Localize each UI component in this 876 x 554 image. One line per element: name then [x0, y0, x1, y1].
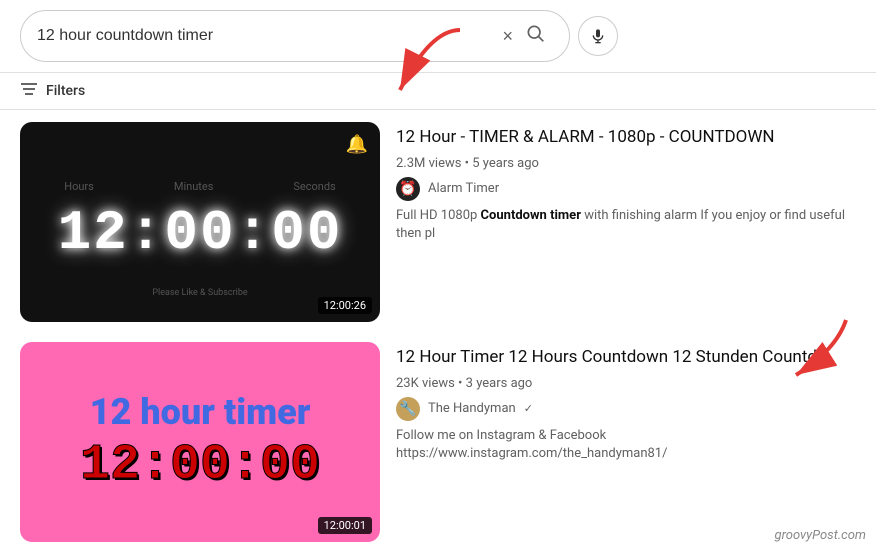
channel-avatar-2: 🔧 [396, 397, 420, 421]
video-meta-1: 12 Hour - TIMER & ALARM - 1080p - COUNTD… [396, 122, 856, 243]
thumb-1-duration: 12:00:26 [318, 297, 372, 314]
video-title-1[interactable]: 12 Hour - TIMER & ALARM - 1080p - COUNTD… [396, 126, 856, 150]
thumb-hours-label: Hours [64, 180, 94, 193]
thumbnail-2[interactable]: 12 hour timer 12:00:00 12:00:01 [20, 342, 380, 542]
filters-label[interactable]: Filters [46, 83, 85, 99]
channel-name-1[interactable]: Alarm Timer [428, 181, 499, 196]
handyman-icon: 🔧 [399, 401, 416, 417]
mic-button[interactable] [578, 16, 618, 56]
thumb-minutes-label: Minutes [174, 180, 214, 193]
video-stats-2: 23K views • 3 years ago [396, 376, 856, 391]
video-meta-2: 12 Hour Timer 12 Hours Countdown 12 Stun… [396, 342, 856, 463]
channel-avatar-1: ⏰ [396, 177, 420, 201]
filter-icon [20, 81, 38, 101]
channel-row-1: ⏰ Alarm Timer [396, 177, 856, 201]
alarm-icon: ⏰ [399, 181, 416, 197]
desc-bold-1: Countdown timer [481, 208, 581, 223]
search-input[interactable] [37, 27, 498, 45]
video-stats-1: 2.3M views • 5 years ago [396, 156, 856, 171]
watermark: groovyPost.com [775, 528, 866, 543]
verified-checkmark-icon: ✓ [524, 402, 533, 415]
search-button[interactable] [517, 19, 553, 53]
search-input-wrapper: × [20, 10, 570, 62]
channel-name-2[interactable]: The Handyman [428, 401, 516, 416]
results-area: Hours Minutes Seconds 12:00:00 Please Li… [0, 110, 876, 554]
thumbnail-1[interactable]: Hours Minutes Seconds 12:00:00 Please Li… [20, 122, 380, 322]
thumb-2-time-display: 12:00:00 [80, 437, 320, 494]
search-bar-area: × [0, 0, 876, 73]
thumb-seconds-label: Seconds [293, 180, 335, 193]
video-description-1: Full HD 1080p Countdown timer with finis… [396, 207, 856, 243]
channel-row-2: 🔧 The Handyman ✓ [396, 397, 856, 421]
video-description-2: Follow me on Instagram & Facebook https:… [396, 427, 856, 463]
thumb-1-subscribe: Please Like & Subscribe [152, 288, 247, 298]
video-title-2[interactable]: 12 Hour Timer 12 Hours Countdown 12 Stun… [396, 346, 856, 370]
bell-icon: 🔔 [346, 134, 368, 155]
thumb-1-time-display: 12:00:00 [58, 201, 343, 265]
thumb-labels: Hours Minutes Seconds [64, 180, 335, 193]
video-result-1: Hours Minutes Seconds 12:00:00 Please Li… [20, 122, 856, 322]
video-result-2: 12 hour timer 12:00:00 12:00:01 12 Hour … [20, 342, 856, 542]
thumb-2-top-text: 12 hour timer [90, 391, 311, 433]
clear-search-button[interactable]: × [498, 26, 517, 47]
desc-pre-1: Full HD 1080p [396, 208, 481, 223]
filters-row: Filters [0, 73, 876, 110]
thumb-2-duration: 12:00:01 [318, 517, 372, 534]
